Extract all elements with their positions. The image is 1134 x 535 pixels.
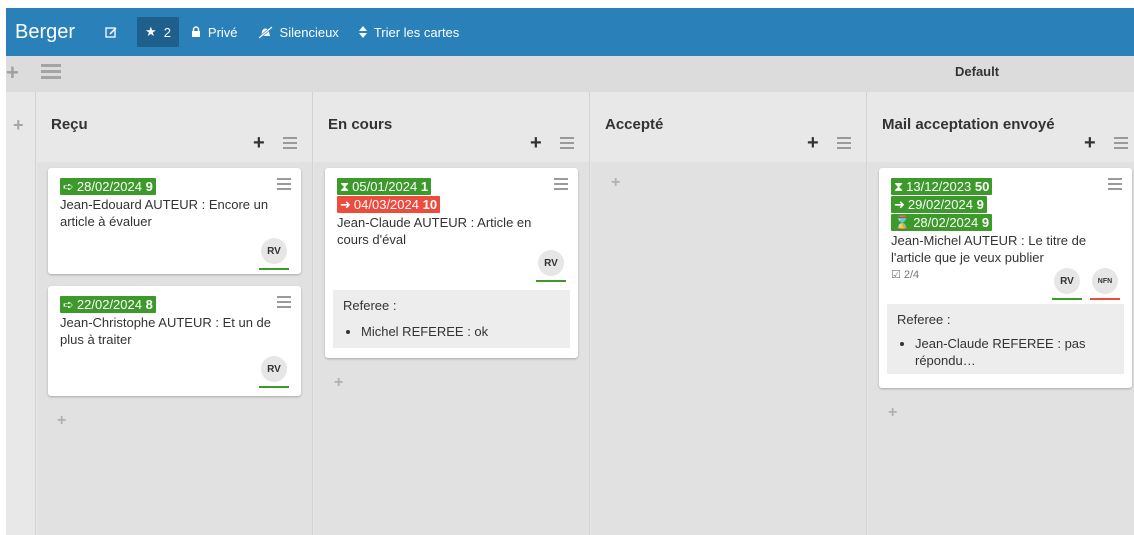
add-card-plus-icon[interactable]: + [1084,132,1096,155]
sort-icon [358,26,367,38]
end-date-badge: ⌛ 28/02/2024 9 [891,214,993,231]
list-en-cours: En cours + ⧗ 05/01/2024 1 ➜ 04/03/2024 10 … [314,92,590,535]
star-count: 2 [163,24,171,40]
received-date-badge: ➪ 22/02/2024 8 [60,296,156,313]
checkbox-icon: ☑ [891,269,901,281]
board-body: + Reçu + ➪ 28/02/2024 9 Jean-Edouard AUTE… [6,92,1134,535]
avatar[interactable]: RV [538,250,564,276]
list-accepte: Accepté + + [591,92,867,535]
add-card-icon[interactable]: + [888,404,897,422]
hourglass-icon: ⧗ [340,179,350,194]
card-members: RV [60,238,289,270]
add-list-icon[interactable]: + [13,115,24,136]
list-title[interactable]: Reçu [51,116,88,133]
hourglass-end-icon: ⌛ [894,215,911,230]
star-button[interactable]: ★ 2 [137,17,179,47]
list-title[interactable]: Accepté [605,116,663,133]
add-card-plus-icon[interactable]: + [530,132,542,155]
card-title: Jean-Edouard AUTEUR : Encore un article … [60,197,269,229]
card-members: RV [337,250,566,282]
received-icon: ➪ [63,297,74,312]
add-card-plus-icon[interactable]: + [807,132,819,155]
card-menu-icon[interactable] [1108,178,1122,190]
received-icon: ➪ [63,179,74,194]
list-mail-acceptation-envoye: Mail acceptation envoyé + ⧗ 13/12/2023 50… [868,92,1134,535]
list-header: En cours + [314,92,589,162]
referee-item: Jean-Claude REFEREE : pas répondu… [915,335,1114,369]
list-header: Mail acceptation envoyé + [868,92,1134,162]
card[interactable]: ⧗ 13/12/2023 50 ➜ 29/02/2024 9 ⌛ 28/02/2024… [879,168,1132,388]
avatar[interactable]: RV [261,238,287,264]
list-menu-icon[interactable] [560,137,574,149]
hourglass-icon: ⧗ [894,179,904,194]
watch-label: Silencieux [279,24,339,40]
card-title: Jean-Claude AUTEUR : Article en cours d'… [337,215,532,247]
list-recu: Reçu + ➪ 28/02/2024 9 Jean-Edouard AUTEUR… [37,92,313,535]
swimlane-gutter: + [6,92,36,535]
received-date-badge: ➜ 29/02/2024 9 [891,196,987,213]
list-menu-icon[interactable] [283,137,297,149]
card-menu-icon[interactable] [277,178,291,190]
checklist-badge: ☑ 2/4 [891,268,920,282]
received-date-badge: ➪ 28/02/2024 9 [60,178,156,195]
list-body: ➪ 28/02/2024 9 Jean-Edouard AUTEUR : Enco… [37,162,312,535]
list-header: Reçu + [37,92,312,162]
list-body: ⧗ 13/12/2023 50 ➜ 29/02/2024 9 ⌛ 28/02/2024… [868,162,1134,535]
card-menu-icon[interactable] [554,178,568,190]
star-icon: ★ [145,24,157,39]
sign-in-icon: ➜ [894,197,905,212]
add-card-icon[interactable]: + [611,174,620,192]
add-card-plus-icon[interactable]: + [253,132,265,155]
due-date-badge: ➜ 04/03/2024 10 [337,196,441,213]
add-swimlane-icon[interactable]: + [6,62,19,84]
privacy-button[interactable]: Privé [183,17,246,47]
referee-label: Referee : [897,312,951,327]
swimlane-title[interactable]: Default [955,64,999,79]
card-menu-icon[interactable] [277,296,291,308]
list-body: + [591,162,866,535]
swimlane-menu-icon[interactable] [41,64,61,79]
bell-slash-icon [257,25,273,39]
privacy-label: Privé [207,24,238,40]
list-menu-icon[interactable] [1114,137,1128,149]
sort-label: Trier les cartes [373,24,460,40]
card[interactable]: ➪ 28/02/2024 9 Jean-Edouard AUTEUR : Enco… [48,168,301,274]
list-menu-icon[interactable] [837,137,851,149]
avatar[interactable]: RV [261,356,287,382]
start-date-badge: ⧗ 13/12/2023 50 [891,178,993,195]
card-title: Jean-Christophe AUTEUR : Et un de plus à… [60,315,271,347]
avatar[interactable]: RV [1054,268,1080,294]
referee-item: Michel REFEREE : ok [361,323,560,340]
start-date-badge: ⧗ 05/01/2024 1 [337,178,432,195]
edit-board-button[interactable] [97,17,133,47]
lock-icon [191,26,201,38]
card-members: RV [60,356,289,388]
referee-label: Referee : [343,298,397,313]
list-body: ⧗ 05/01/2024 1 ➜ 04/03/2024 10 Jean-Claude… [314,162,589,535]
board-header: Berger ★ 2 Privé Silencieux Trier les ca… [6,8,1134,56]
watch-button[interactable]: Silencieux [250,17,347,47]
list-header: Accepté + [591,92,866,162]
card-members: RV NFN [1052,268,1120,300]
card[interactable]: ⧗ 05/01/2024 1 ➜ 04/03/2024 10 Jean-Claude… [325,168,578,358]
swimlane-header: + Default [6,56,1134,92]
board-title[interactable]: Berger [15,21,75,44]
sign-in-icon: ➜ [340,197,351,212]
add-card-icon[interactable]: + [57,412,66,430]
card[interactable]: ➪ 22/02/2024 8 Jean-Christophe AUTEUR : E… [48,286,301,396]
referee-section: Referee : Michel REFEREE : ok [333,290,570,348]
referee-section: Referee : Jean-Claude REFEREE : pas répo… [887,304,1124,374]
card-title: Jean-Michel AUTEUR : Le titre de l'artic… [891,233,1087,265]
add-card-icon[interactable]: + [334,374,343,392]
avatar[interactable]: NFN [1092,268,1118,294]
list-title[interactable]: Mail acceptation envoyé [882,116,1055,133]
app-root: Berger ★ 2 Privé Silencieux Trier les ca… [0,0,1134,535]
sort-cards-button[interactable]: Trier les cartes [351,17,467,47]
edit-icon [105,26,118,39]
list-title[interactable]: En cours [328,116,392,133]
